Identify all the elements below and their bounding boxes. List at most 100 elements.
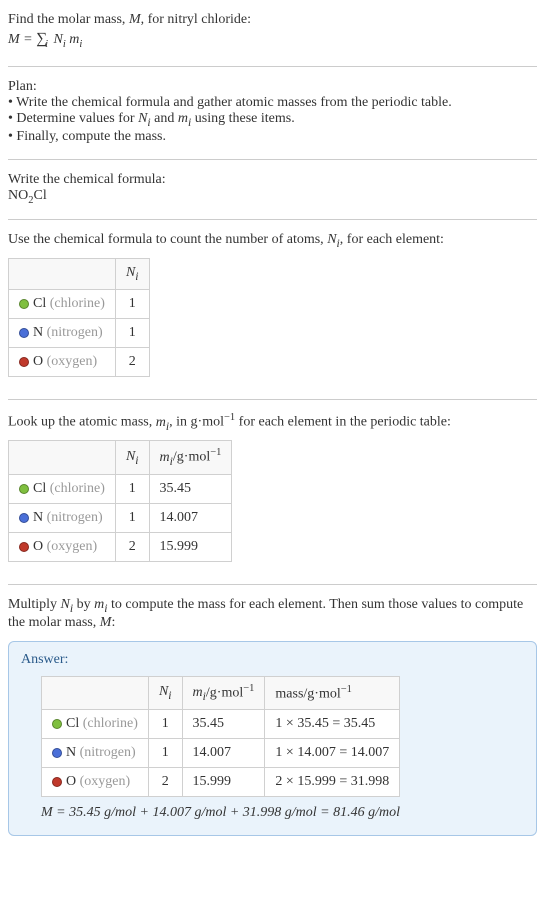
count-post: , for each element: — [340, 232, 444, 247]
col-mi: mi/g·mol−1 — [182, 676, 265, 709]
table-row: O (oxygen) 2 15.999 2 × 15.999 = 31.998 — [42, 768, 400, 797]
table-row: O (oxygen) 2 15.999 — [9, 532, 232, 561]
cell-mass-cl: 1 × 35.45 = 35.45 — [265, 710, 400, 739]
count-table: Ni Cl (chlorine) 1 N (nitrogen) 1 O (oxy… — [8, 258, 150, 377]
cell-Ni-cl: 1 — [115, 289, 149, 318]
write-formula-heading: Write the chemical formula: — [8, 172, 537, 188]
sym-o: O — [33, 539, 43, 554]
cell-mass-n: 1 × 14.007 = 14.007 — [265, 739, 400, 768]
col-mi: mi/g·mol−1 — [149, 441, 232, 474]
plan-b2-post: using these items. — [191, 111, 294, 126]
cell-Ni-n: 1 — [115, 503, 149, 532]
intro-section: Find the molar mass, M, for nitryl chlor… — [8, 8, 537, 62]
cell-element-o: O (oxygen) — [9, 532, 116, 561]
intro-var-M: M — [129, 12, 141, 27]
table-row: O (oxygen) 2 — [9, 347, 150, 376]
table-row: Cl (chlorine) 1 35.45 — [9, 474, 232, 503]
swatch-cl — [19, 299, 29, 309]
swatch-n — [19, 328, 29, 338]
multiply-section: Multiply Ni by mi to compute the mass fo… — [8, 593, 537, 846]
name-cl: (chlorine) — [50, 296, 105, 311]
intro-text-post: , for nitryl chloride: — [141, 12, 251, 27]
plan-b2-pre: • Determine values for — [8, 111, 138, 126]
divider — [8, 66, 537, 67]
swatch-o — [19, 542, 29, 552]
cell-Ni-n: 1 — [115, 318, 149, 347]
cell-Ni-n: 1 — [148, 739, 182, 768]
cell-mi-n: 14.007 — [149, 503, 232, 532]
col-Ni: Ni — [115, 259, 149, 290]
cell-element-cl: Cl (chlorine) — [9, 289, 116, 318]
plan-bullet-1: • Write the chemical formula and gather … — [8, 95, 537, 111]
final-eq: = 35.45 g/mol + 14.007 g/mol + 31.998 g/… — [53, 805, 400, 820]
lookup-mid: , in g·mol — [169, 415, 224, 430]
col-mass: mass/g·mol−1 — [265, 676, 400, 709]
sym-n: N — [33, 510, 43, 525]
name-o: (oxygen) — [80, 774, 131, 789]
cell-element-o: O (oxygen) — [42, 768, 149, 797]
table-row: Cl (chlorine) 1 35.45 1 × 35.45 = 35.45 — [42, 710, 400, 739]
sym-cl: Cl — [66, 716, 79, 731]
table-row: Cl (chlorine) 1 — [9, 289, 150, 318]
name-cl: (chlorine) — [50, 481, 105, 496]
cell-mi-n: 14.007 — [182, 739, 265, 768]
divider — [8, 399, 537, 400]
sym-cl: Cl — [33, 481, 46, 496]
col-Ni: Ni — [148, 676, 182, 709]
plan-b2-mid: and — [151, 111, 178, 126]
cell-Ni-cl: 1 — [115, 474, 149, 503]
cell-mi-cl: 35.45 — [149, 474, 232, 503]
write-formula-section: Write the chemical formula: NO2Cl — [8, 168, 537, 216]
cell-mi-o: 15.999 — [182, 768, 265, 797]
swatch-cl — [19, 484, 29, 494]
lookup-pre: Look up the atomic mass, — [8, 415, 156, 430]
cell-element-n: N (nitrogen) — [9, 503, 116, 532]
answer-table: Ni mi/g·mol−1 mass/g·mol−1 Cl (chlorine)… — [41, 676, 400, 797]
name-o: (oxygen) — [47, 354, 98, 369]
cell-Ni-cl: 1 — [148, 710, 182, 739]
cell-mi-o: 15.999 — [149, 532, 232, 561]
col-Ni: Ni — [115, 441, 149, 474]
answer-box: Answer: Ni mi/g·mol−1 mass/g·mol−1 Cl (c… — [8, 641, 537, 836]
swatch-o — [19, 357, 29, 367]
swatch-n — [52, 748, 62, 758]
molar-mass-formula: M = ∑i Ni mi — [8, 28, 537, 52]
Ni-sym: N — [126, 265, 135, 280]
name-n: (nitrogen) — [80, 745, 136, 760]
intro-text-pre: Find the molar mass, — [8, 12, 129, 27]
cell-mi-cl: 35.45 — [182, 710, 265, 739]
cell-element-cl: Cl (chlorine) — [42, 710, 149, 739]
plan-heading: Plan: — [8, 79, 537, 95]
col-element-blank — [42, 676, 149, 709]
name-o: (oxygen) — [47, 539, 98, 554]
sym-n: N — [33, 325, 43, 340]
swatch-n — [19, 513, 29, 523]
cell-element-n: N (nitrogen) — [9, 318, 116, 347]
cell-Ni-o: 2 — [115, 532, 149, 561]
sym-o: O — [66, 774, 76, 789]
swatch-cl — [52, 719, 62, 729]
name-cl: (chlorine) — [83, 716, 138, 731]
sym-o: O — [33, 354, 43, 369]
table-header-row: Ni mi/g·mol−1 — [9, 441, 232, 474]
plan-section: Plan: • Write the chemical formula and g… — [8, 75, 537, 155]
table-header-row: Ni mi/g·mol−1 mass/g·mol−1 — [42, 676, 400, 709]
cell-Ni-o: 2 — [115, 347, 149, 376]
sym-cl: Cl — [33, 296, 46, 311]
sym-n: N — [66, 745, 76, 760]
table-header-row: Ni — [9, 259, 150, 290]
swatch-o — [52, 777, 62, 787]
plan-bullet-2: • Determine values for Ni and mi using t… — [8, 111, 537, 129]
answer-label: Answer: — [21, 652, 524, 668]
table-row: N (nitrogen) 1 14.007 1 × 14.007 = 14.00… — [42, 739, 400, 768]
divider — [8, 219, 537, 220]
cell-element-o: O (oxygen) — [9, 347, 116, 376]
mass-table: Ni mi/g·mol−1 Cl (chlorine) 1 35.45 N (n… — [8, 440, 232, 561]
cell-mass-o: 2 × 15.999 = 31.998 — [265, 768, 400, 797]
mass-label: mass/g·mol — [275, 686, 340, 701]
final-result: M = 35.45 g/mol + 14.007 g/mol + 31.998 … — [41, 805, 524, 821]
plan-bullet-3: • Finally, compute the mass. — [8, 129, 537, 145]
multiply-text: Multiply Ni by mi to compute the mass fo… — [8, 597, 537, 631]
divider — [8, 159, 537, 160]
cell-Ni-o: 2 — [148, 768, 182, 797]
